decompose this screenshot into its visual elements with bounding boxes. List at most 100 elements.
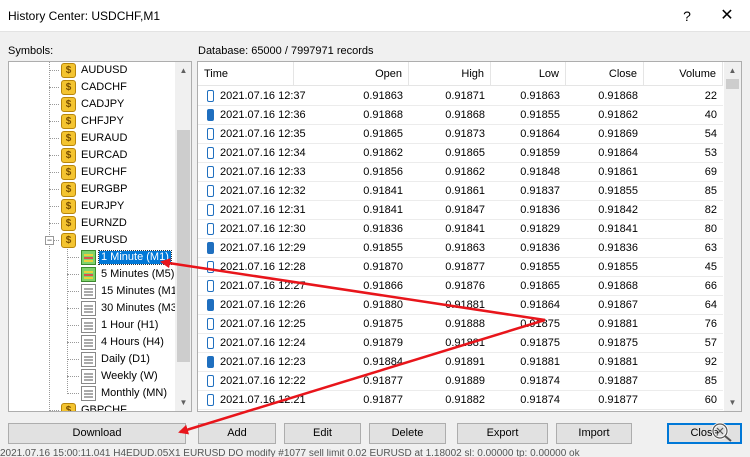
- table-row[interactable]: 2021.07.16 12:37 0.91863 0.91871 0.91863 0.9…: [198, 87, 723, 106]
- tree-scroll-down-icon[interactable]: ▼: [175, 394, 191, 411]
- cell-open: 0.91877: [363, 394, 403, 406]
- currency-symbol-icon: $: [61, 233, 76, 248]
- tree-branch-line: [67, 274, 79, 275]
- tree-branch-line: [49, 206, 59, 207]
- import-button[interactable]: Import: [556, 423, 632, 444]
- tree-symbol-eurchf[interactable]: $ EURCHF: [9, 164, 175, 181]
- table-row[interactable]: 2021.07.16 12:32 0.91841 0.91861 0.91837 0.9…: [198, 182, 723, 201]
- grid-scroll-thumb[interactable]: [726, 79, 739, 89]
- table-row[interactable]: 2021.07.16 12:25 0.91875 0.91888 0.91875 0.9…: [198, 315, 723, 334]
- cell-low: 0.91855: [520, 261, 560, 273]
- history-grid[interactable]: Time Open High Low Close Volume 2021.07.…: [197, 61, 742, 412]
- tree-timeframe-item[interactable]: 4 Hours (H4): [9, 334, 175, 351]
- tree-symbol-eurgbp[interactable]: $ EURGBP: [9, 181, 175, 198]
- table-row[interactable]: 2021.07.16 12:24 0.91879 0.91881 0.91875 0.9…: [198, 334, 723, 353]
- table-row[interactable]: 2021.07.16 12:34 0.91862 0.91865 0.91859 0.9…: [198, 144, 723, 163]
- tree-timeframe-item[interactable]: Weekly (W): [9, 368, 175, 385]
- tree-symbol-eurusd[interactable]: − $ EURUSD: [9, 232, 175, 249]
- grid-scroll-down-icon[interactable]: ▼: [724, 394, 741, 411]
- column-header-volume[interactable]: Volume: [644, 62, 723, 86]
- tree-timeframe-item[interactable]: 1 Hour (H1): [9, 317, 175, 334]
- tree-timeframe-label: 1 Hour (H1): [101, 319, 159, 331]
- currency-symbol-icon: $: [61, 114, 76, 129]
- tree-timeframe-item[interactable]: 15 Minutes (M15): [9, 283, 175, 300]
- timeframe-file-icon: [81, 250, 96, 265]
- cell-close: 0.91877: [598, 394, 638, 406]
- cell-close: 0.91836: [598, 242, 638, 254]
- table-row[interactable]: 2021.07.16 12:23 0.91884 0.91891 0.91881 0.9…: [198, 353, 723, 372]
- table-row[interactable]: 2021.07.16 12:35 0.91865 0.91873 0.91864 0.9…: [198, 125, 723, 144]
- cell-low: 0.91848: [520, 166, 560, 178]
- cell-low: 0.91855: [520, 109, 560, 121]
- table-row[interactable]: 2021.07.16 12:36 0.91868 0.91868 0.91855 0.9…: [198, 106, 723, 125]
- tree-branch-line: [67, 257, 79, 258]
- tree-symbol-eurcad[interactable]: $ EURCAD: [9, 147, 175, 164]
- cell-close: 0.91864: [598, 147, 638, 159]
- column-header-low[interactable]: Low: [491, 62, 566, 86]
- help-button[interactable]: ?: [673, 4, 701, 28]
- cell-open: 0.91879: [363, 337, 403, 349]
- tree-branch-line: [67, 325, 79, 326]
- column-header-open[interactable]: Open: [294, 62, 409, 86]
- collapse-icon[interactable]: −: [45, 236, 54, 245]
- table-row[interactable]: 2021.07.16 12:21 0.91877 0.91882 0.91874 0.9…: [198, 391, 723, 410]
- tree-symbol-cadchf[interactable]: $ CADCHF: [9, 79, 175, 96]
- tree-branch-line: [49, 155, 59, 156]
- cell-volume: 54: [704, 128, 717, 140]
- cell-volume: 40: [704, 109, 717, 121]
- table-row[interactable]: 2021.07.16 12:26 0.91880 0.91881 0.91864 0.9…: [198, 296, 723, 315]
- table-row[interactable]: 2021.07.16 12:29 0.91855 0.91863 0.91836 0.9…: [198, 239, 723, 258]
- cell-low: 0.91864: [520, 299, 560, 311]
- timeframe-file-icon: [81, 335, 96, 350]
- table-row[interactable]: 2021.07.16 12:22 0.91877 0.91889 0.91874 0.9…: [198, 372, 723, 391]
- bar-record-icon: [207, 223, 214, 235]
- cell-volume: 53: [704, 147, 717, 159]
- tree-symbol-eurjpy[interactable]: $ EURJPY: [9, 198, 175, 215]
- tree-scrollbar[interactable]: ▲ ▼: [175, 62, 191, 411]
- tree-symbol-cadjpy[interactable]: $ CADJPY: [9, 96, 175, 113]
- tree-symbol-gbpchf[interactable]: $ GBPCHF: [9, 402, 175, 411]
- table-row[interactable]: 2021.07.16 12:30 0.91836 0.91841 0.91829 0.9…: [198, 220, 723, 239]
- tree-symbol-eurnzd[interactable]: $ EURNZD: [9, 215, 175, 232]
- table-row[interactable]: 2021.07.16 12:27 0.91866 0.91876 0.91865 0.9…: [198, 277, 723, 296]
- add-button[interactable]: Add: [198, 423, 276, 444]
- tree-symbol-audusd[interactable]: $ AUDUSD: [9, 62, 175, 79]
- currency-symbol-icon: $: [61, 165, 76, 180]
- bar-record-icon: [207, 109, 214, 121]
- download-button[interactable]: Download: [8, 423, 186, 444]
- title-bar: History Center: USDCHF,M1 ? ✕: [0, 0, 750, 32]
- tree-symbol-chfjpy[interactable]: $ CHFJPY: [9, 113, 175, 130]
- tree-scroll-up-icon[interactable]: ▲: [175, 62, 191, 79]
- cell-volume: 76: [704, 318, 717, 330]
- tree-timeframe-item[interactable]: 5 Minutes (M5): [9, 266, 175, 283]
- tree-timeframe-item[interactable]: Monthly (MN): [9, 385, 175, 402]
- edit-button[interactable]: Edit: [284, 423, 361, 444]
- tree-timeframe-item[interactable]: 1 Minute (M1): [9, 249, 175, 266]
- timeframe-file-icon: [81, 386, 96, 401]
- timeframe-file-icon: [81, 284, 96, 299]
- tree-symbol-euraud[interactable]: $ EURAUD: [9, 130, 175, 147]
- window-close-button[interactable]: ✕: [713, 4, 741, 28]
- delete-button[interactable]: Delete: [369, 423, 446, 444]
- column-header-high[interactable]: High: [409, 62, 491, 86]
- table-row[interactable]: 2021.07.16 12:28 0.91870 0.91877 0.91855 0.9…: [198, 258, 723, 277]
- cell-high: 0.91868: [445, 109, 485, 121]
- table-row[interactable]: 2021.07.16 12:33 0.91856 0.91862 0.91848 0.9…: [198, 163, 723, 182]
- grid-scroll-up-icon[interactable]: ▲: [724, 62, 741, 79]
- symbols-tree[interactable]: $ AUDUSD $ CADCHF $ CADJPY $ CHFJPY $ EURAUD $ EURC…: [8, 61, 192, 412]
- export-button[interactable]: Export: [457, 423, 548, 444]
- cell-close: 0.91861: [598, 166, 638, 178]
- tree-branch-line: [67, 393, 79, 394]
- tree-timeframe-item[interactable]: 30 Minutes (M30): [9, 300, 175, 317]
- grid-scrollbar[interactable]: ▲ ▼: [724, 62, 741, 411]
- tree-branch-line: [67, 376, 79, 377]
- column-header-time[interactable]: Time: [198, 62, 294, 86]
- tree-scroll-thumb[interactable]: [177, 130, 190, 362]
- column-header-close[interactable]: Close: [566, 62, 644, 86]
- table-row[interactable]: 2021.07.16 12:31 0.91841 0.91847 0.91836 0.9…: [198, 201, 723, 220]
- cell-open: 0.91855: [363, 242, 403, 254]
- tree-symbol-label: CHFJPY: [81, 115, 124, 127]
- cell-high: 0.91862: [445, 166, 485, 178]
- tree-timeframe-label: 1 Minute (M1): [98, 250, 172, 265]
- tree-timeframe-item[interactable]: Daily (D1): [9, 351, 175, 368]
